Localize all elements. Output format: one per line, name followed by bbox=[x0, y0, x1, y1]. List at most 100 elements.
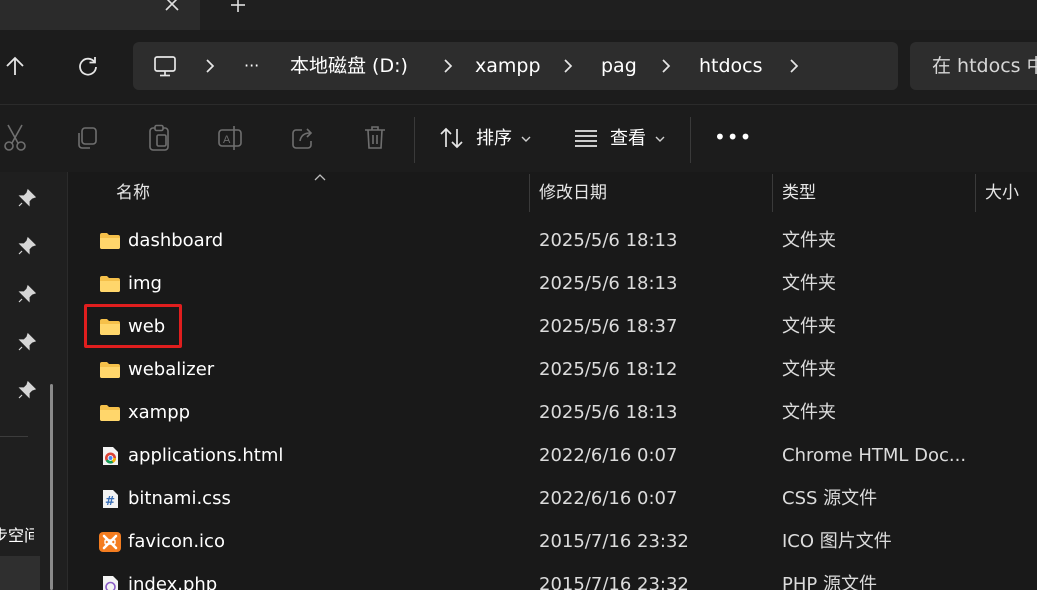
file-name[interactable]: applications.html bbox=[128, 444, 283, 468]
svg-text:#: # bbox=[105, 494, 115, 508]
close-icon[interactable] bbox=[160, 0, 184, 14]
navigation-bar: ··· 本地磁盘 (D:) xampp pag htdocs 在 htdocs … bbox=[0, 30, 1037, 104]
search-placeholder: 在 htdocs 中 bbox=[932, 55, 1037, 77]
xampp-ico-icon bbox=[99, 532, 121, 552]
file-list: 名称 修改日期 类型 大小 dashboard 2025/5/6 18:13 文… bbox=[69, 172, 1037, 590]
rename-icon[interactable]: A bbox=[216, 123, 246, 153]
file-type: 文件夹 bbox=[782, 230, 836, 251]
list-item[interactable]: web 2025/5/6 18:37 文件夹 bbox=[69, 306, 1037, 349]
tab-strip bbox=[0, 0, 1037, 30]
pin-icon[interactable] bbox=[17, 284, 37, 304]
chrome-html-icon bbox=[103, 447, 118, 465]
file-type: CSS 源文件 bbox=[782, 488, 878, 509]
highlight-box bbox=[84, 304, 182, 348]
sort-icon[interactable] bbox=[437, 123, 467, 153]
delete-icon[interactable] bbox=[360, 123, 390, 153]
file-date: 2022/6/16 0:07 bbox=[539, 445, 678, 466]
chevron-right-icon[interactable] bbox=[204, 58, 216, 74]
file-name[interactable]: xampp bbox=[128, 401, 190, 425]
refresh-icon bbox=[79, 57, 97, 76]
column-header-type[interactable]: 类型 bbox=[782, 182, 816, 204]
file-date: 2025/5/6 18:37 bbox=[539, 316, 678, 337]
column-header-name[interactable]: 名称 bbox=[116, 182, 150, 204]
list-item[interactable]: webalizer 2025/5/6 18:12 文件夹 bbox=[69, 349, 1037, 392]
file-type: 文件夹 bbox=[782, 316, 836, 337]
file-name[interactable]: index.php bbox=[128, 573, 217, 590]
nav-item-selected[interactable] bbox=[0, 556, 40, 590]
breadcrumb-overflow[interactable]: ··· bbox=[244, 42, 259, 90]
list-item[interactable]: index.php 2015/7/16 23:32 PHP 源文件 bbox=[69, 564, 1037, 590]
pin-icon[interactable] bbox=[17, 332, 37, 352]
list-item[interactable]: dashboard 2025/5/6 18:13 文件夹 bbox=[69, 220, 1037, 263]
this-pc-icon[interactable] bbox=[153, 42, 177, 90]
command-separator bbox=[690, 117, 691, 163]
nav-scrollbar[interactable] bbox=[50, 384, 53, 590]
command-bar: A 排序 查看 ••• bbox=[0, 104, 1037, 172]
cut-icon[interactable] bbox=[0, 123, 30, 153]
breadcrumb-pag[interactable]: pag bbox=[601, 42, 637, 90]
view-icon[interactable] bbox=[571, 123, 601, 153]
breadcrumb-htdocs[interactable]: htdocs bbox=[699, 42, 763, 90]
file-type: PHP 源文件 bbox=[782, 574, 877, 590]
breadcrumb-drive[interactable]: 本地磁盘 (D:) bbox=[290, 42, 408, 90]
paste-icon[interactable] bbox=[144, 123, 174, 153]
chevron-right-icon[interactable] bbox=[442, 58, 454, 74]
file-type: 文件夹 bbox=[782, 402, 836, 423]
list-item[interactable]: xampp 2025/5/6 18:13 文件夹 bbox=[69, 392, 1037, 435]
command-separator bbox=[414, 117, 415, 163]
file-date: 2015/7/16 23:32 bbox=[539, 574, 689, 590]
file-date: 2025/5/6 18:13 bbox=[539, 402, 678, 423]
pin-icon[interactable] bbox=[17, 188, 37, 208]
refresh-button[interactable] bbox=[70, 48, 106, 84]
pin-icon[interactable] bbox=[17, 236, 37, 256]
chevron-right-icon[interactable] bbox=[660, 58, 672, 74]
file-date: 2022/6/16 0:07 bbox=[539, 488, 678, 509]
sort-button[interactable]: 排序 bbox=[476, 127, 512, 151]
file-name[interactable]: webalizer bbox=[128, 358, 214, 382]
chevron-right-icon[interactable] bbox=[788, 58, 800, 74]
more-options-button[interactable]: ••• bbox=[714, 125, 752, 149]
column-header-size[interactable]: 大小 bbox=[985, 182, 1019, 204]
file-name[interactable]: img bbox=[128, 272, 162, 296]
folder-icon bbox=[100, 405, 120, 421]
column-divider[interactable] bbox=[772, 174, 773, 212]
file-type: ICO 图片文件 bbox=[782, 531, 892, 552]
file-date: 2025/5/6 18:12 bbox=[539, 359, 678, 380]
column-header-date[interactable]: 修改日期 bbox=[539, 182, 607, 204]
share-icon[interactable] bbox=[288, 123, 318, 153]
file-name[interactable]: dashboard bbox=[128, 229, 223, 253]
chevron-right-icon[interactable] bbox=[562, 58, 574, 74]
list-item[interactable]: applications.html 2022/6/16 0:07 Chrome … bbox=[69, 435, 1037, 478]
css-file-icon: # bbox=[103, 490, 118, 508]
list-item[interactable]: img 2025/5/6 18:13 文件夹 bbox=[69, 263, 1037, 306]
new-tab-icon[interactable] bbox=[226, 0, 250, 14]
copy-icon[interactable] bbox=[72, 123, 102, 153]
list-item[interactable]: favicon.ico 2015/7/16 23:32 ICO 图片文件 bbox=[69, 521, 1037, 564]
column-divider[interactable] bbox=[975, 174, 976, 212]
active-tab[interactable] bbox=[0, 0, 200, 30]
svg-text:A: A bbox=[223, 134, 231, 146]
list-item[interactable]: # bitnami.css 2022/6/16 0:07 CSS 源文件 bbox=[69, 478, 1037, 521]
nav-item-partial[interactable]: 步空间 bbox=[0, 522, 34, 546]
up-button[interactable] bbox=[0, 48, 33, 84]
breadcrumb-xampp[interactable]: xampp bbox=[475, 42, 541, 90]
view-button[interactable]: 查看 bbox=[610, 127, 646, 151]
pin-icon[interactable] bbox=[17, 380, 37, 400]
nav-divider bbox=[0, 436, 28, 437]
column-divider[interactable] bbox=[529, 174, 530, 212]
address-bar[interactable]: ··· 本地磁盘 (D:) xampp pag htdocs bbox=[133, 42, 898, 90]
chevron-down-icon[interactable] bbox=[655, 136, 665, 143]
chevron-down-icon[interactable] bbox=[521, 136, 531, 143]
file-name[interactable]: bitnami.css bbox=[128, 487, 231, 511]
folder-icon bbox=[100, 276, 120, 292]
search-input[interactable]: 在 htdocs 中 bbox=[910, 42, 1037, 90]
arrow-up-icon bbox=[6, 56, 24, 75]
file-date: 2025/5/6 18:13 bbox=[539, 230, 678, 251]
file-type: 文件夹 bbox=[782, 273, 836, 294]
file-type: 文件夹 bbox=[782, 359, 836, 380]
file-type: Chrome HTML Doc... bbox=[782, 445, 967, 466]
navigation-pane: 步空间 bbox=[0, 172, 68, 590]
file-name[interactable]: favicon.ico bbox=[128, 530, 225, 554]
file-date: 2015/7/16 23:32 bbox=[539, 531, 689, 552]
folder-icon bbox=[100, 233, 120, 249]
